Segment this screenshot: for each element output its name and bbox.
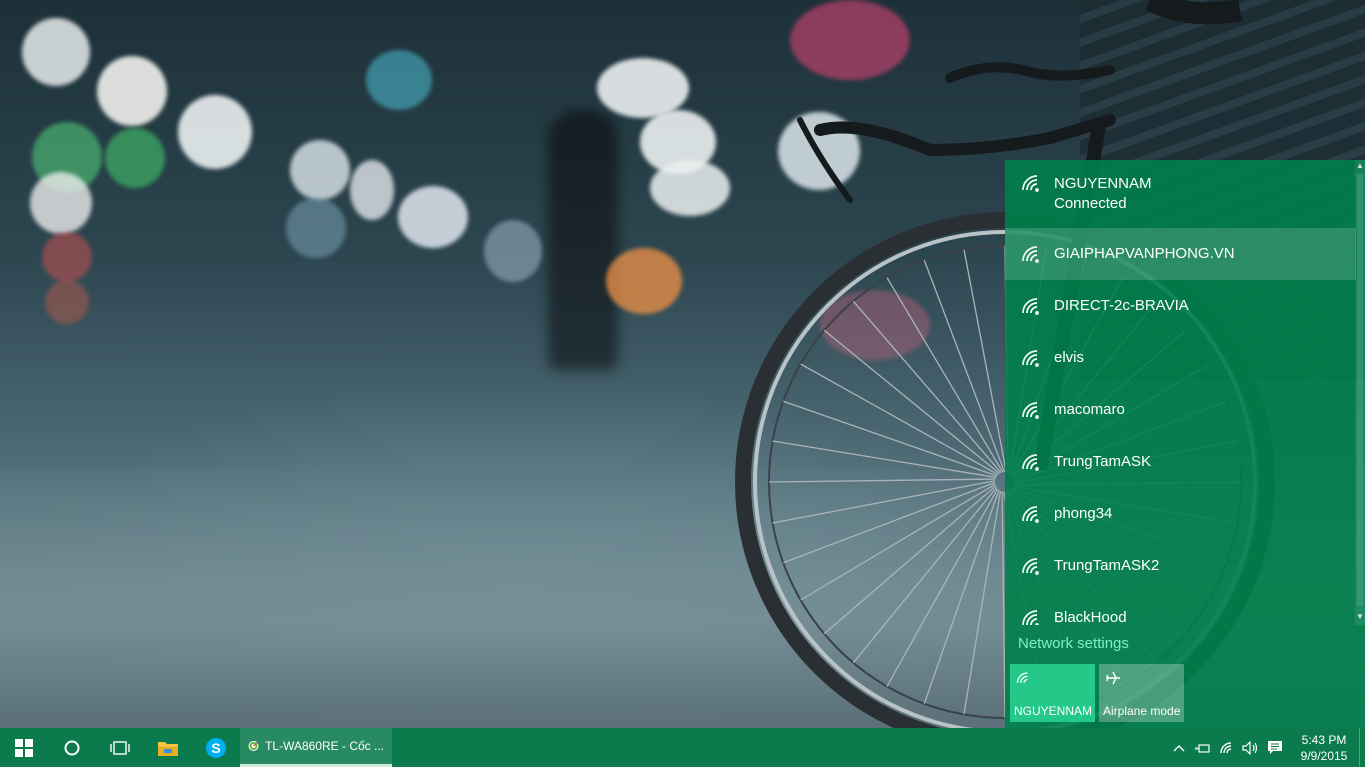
- wifi-tile-label: NGUYENNAM: [1014, 704, 1093, 718]
- network-list-item[interactable]: BlackHood: [1005, 592, 1356, 625]
- bicycle-spoke: [772, 480, 996, 524]
- bicycle-spoke: [923, 489, 1000, 704]
- start-button[interactable]: [0, 728, 48, 767]
- bicycle-spoke: [768, 478, 996, 483]
- network-text: DIRECT-2c-BRAVIA: [1054, 296, 1189, 316]
- network-text: phong34: [1054, 504, 1112, 524]
- network-text: BlackHood: [1054, 608, 1127, 625]
- skype-icon: S: [206, 737, 226, 758]
- file-explorer-icon: [158, 741, 178, 756]
- show-desktop-button[interactable]: [1359, 728, 1365, 767]
- network-name: phong34: [1054, 505, 1113, 522]
- scroll-down-icon[interactable]: ▼: [1356, 613, 1364, 621]
- bicycle-spoke: [772, 440, 997, 479]
- network-list-item[interactable]: elvis: [1005, 332, 1356, 384]
- scroll-up-icon[interactable]: ▲: [1356, 162, 1364, 170]
- power-icon: [1195, 743, 1210, 753]
- taskbar-clock[interactable]: 5:43 PM 9/9/2015: [1289, 732, 1359, 764]
- bicycle-spoke: [783, 400, 998, 477]
- network-name: elvis: [1054, 349, 1085, 366]
- network-text: NGUYENNAM Connected: [1054, 174, 1152, 214]
- chevron-up-icon: [1173, 744, 1185, 751]
- network-list-item[interactable]: GIAIPHAPVANPHONG.VN: [1005, 228, 1356, 280]
- network-text: elvis: [1054, 348, 1084, 368]
- wifi-toggle-tile[interactable]: NGUYENNAM: [1010, 664, 1095, 722]
- wifi-signal-icon: [1022, 454, 1039, 471]
- wifi-signal-icon: [1022, 350, 1039, 367]
- clock-date: 9/9/2015: [1300, 748, 1348, 763]
- bicycle-spoke: [823, 329, 1000, 475]
- wifi-signal-icon: [1022, 558, 1039, 575]
- quick-actions: NGUYENNAM Airplane mode: [1010, 664, 1184, 722]
- network-name: GIAIPHAPVANPHONG.VN: [1054, 245, 1235, 262]
- scroll-thumb[interactable]: [1357, 174, 1363, 606]
- file-explorer-button[interactable]: [144, 728, 192, 767]
- wifi-signal-icon: [1022, 506, 1039, 523]
- clock-time: 5:43 PM: [1301, 732, 1347, 747]
- taskbar-app-label: TL-WA860RE - Cốc ...: [265, 739, 384, 753]
- taskbar-app-coccoc[interactable]: TL-WA860RE - Cốc ...: [240, 728, 392, 767]
- wifi-signal-icon: [1022, 298, 1039, 315]
- airplane-icon: [1106, 671, 1120, 685]
- network-list-item[interactable]: phong34: [1005, 488, 1356, 540]
- network-name: TrungTamASK2: [1054, 557, 1160, 574]
- bicycle-spoke: [852, 487, 998, 664]
- airplane-mode-tile[interactable]: Airplane mode: [1099, 664, 1184, 722]
- network-list-item[interactable]: NGUYENNAM Connected: [1005, 160, 1356, 228]
- volume-icon: [1242, 740, 1258, 755]
- wifi-icon: [1220, 741, 1232, 753]
- network-name: DIRECT-2c-BRAVIA: [1054, 297, 1189, 314]
- system-tray: 5:43 PM 9/9/2015: [1167, 728, 1365, 767]
- network-tray-button[interactable]: [1215, 728, 1239, 767]
- network-name: macomaro: [1054, 401, 1125, 418]
- network-name: TrungTamASK: [1054, 453, 1151, 470]
- airplane-tile-label: Airplane mode: [1103, 704, 1181, 718]
- wifi-signal-icon: [1022, 610, 1039, 625]
- bicycle-spoke: [963, 490, 1002, 715]
- svg-text:S: S: [211, 740, 220, 756]
- wifi-signal-icon: [1022, 246, 1039, 263]
- action-center-button[interactable]: [1263, 728, 1287, 767]
- task-view-button[interactable]: [96, 728, 144, 767]
- network-list-item[interactable]: macomaro: [1005, 384, 1356, 436]
- network-list-item[interactable]: DIRECT-2c-BRAVIA: [1005, 280, 1356, 332]
- volume-button[interactable]: [1239, 728, 1263, 767]
- network-name: NGUYENNAM: [1054, 175, 1152, 192]
- windows-logo-icon: [15, 738, 33, 757]
- network-list-item[interactable]: TrungTamASK2: [1005, 540, 1356, 592]
- coc-coc-browser-icon: [248, 740, 259, 752]
- network-text: macomaro: [1054, 400, 1125, 420]
- action-center-icon: [1268, 741, 1282, 754]
- network-list-scrollbar[interactable]: ▲ ▼: [1355, 160, 1365, 625]
- power-button[interactable]: [1191, 728, 1215, 767]
- network-list: NGUYENNAM Connected GIAIPHAPVANPHONG.VN DIR…: [1005, 160, 1356, 625]
- network-status: Connected: [1054, 195, 1127, 212]
- show-hidden-icons-button[interactable]: [1167, 728, 1191, 767]
- bicycle-spoke: [886, 488, 999, 687]
- wifi-icon: [1016, 672, 1028, 684]
- wifi-signal-icon: [1022, 175, 1039, 192]
- wifi-signal-icon: [1022, 402, 1039, 419]
- network-text: TrungTamASK2: [1054, 556, 1159, 576]
- network-settings-link[interactable]: Network settings: [1018, 635, 1129, 652]
- skype-button[interactable]: S: [192, 728, 240, 767]
- cortana-button[interactable]: [48, 728, 96, 767]
- wifi-flyout: NGUYENNAM Connected GIAIPHAPVANPHONG.VN DIR…: [1005, 160, 1365, 728]
- cortana-icon: [64, 740, 80, 755]
- network-list-item[interactable]: TrungTamASK: [1005, 436, 1356, 488]
- taskbar: S TL-WA860RE - Cốc ... 5:43 PM 9/9/2015: [0, 728, 1365, 767]
- task-view-icon: [110, 740, 130, 755]
- network-text: TrungTamASK: [1054, 452, 1151, 472]
- network-text: GIAIPHAPVANPHONG.VN: [1054, 244, 1235, 264]
- bicycle-spoke: [963, 249, 1007, 473]
- network-name: BlackHood: [1054, 609, 1127, 625]
- bicycle-spoke: [800, 363, 999, 476]
